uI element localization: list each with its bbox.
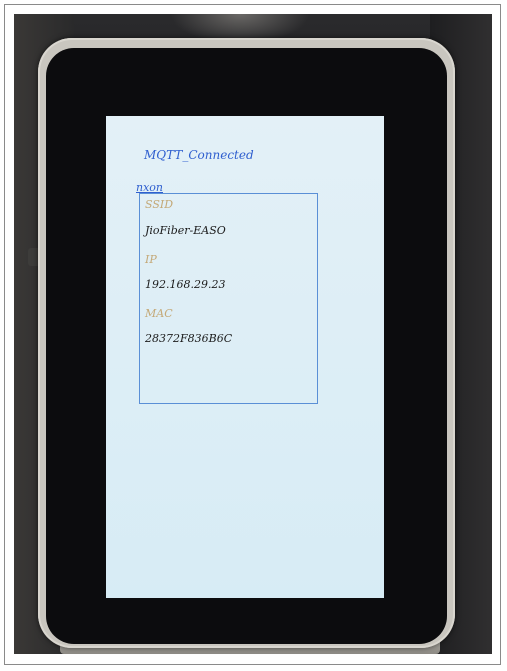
mac-value: 28372F836B6C [145, 332, 233, 345]
mac-label: MAC [145, 307, 173, 320]
ip-value: 192.168.29.23 [145, 278, 226, 291]
ip-label: IP [145, 253, 157, 266]
ssid-value: JioFiber-EASO [145, 224, 226, 237]
ssid-label: SSID [145, 198, 174, 211]
mqtt-status-label: MQTT_Connected [144, 148, 254, 162]
